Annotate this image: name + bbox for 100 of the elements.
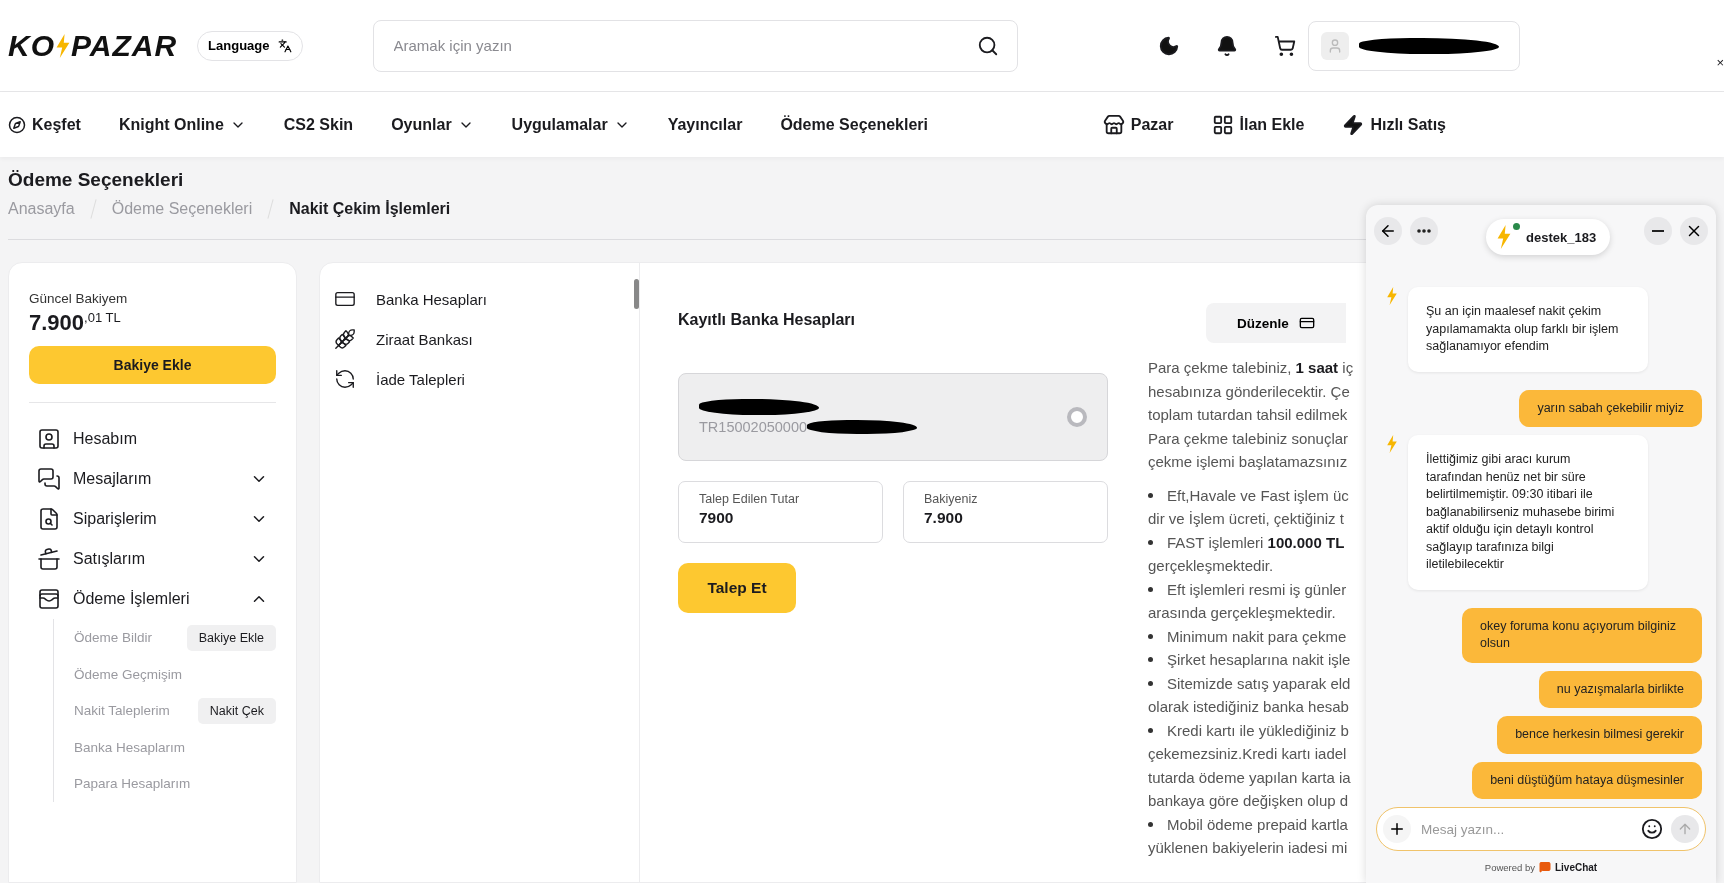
info-text: Minimum nakit para çekme <box>1167 626 1347 647</box>
language-button[interactable]: Language <box>197 30 303 61</box>
attach-button[interactable] <box>1383 815 1411 843</box>
grid-icon <box>1211 113 1234 136</box>
wallet-icon <box>37 587 61 612</box>
message-bar[interactable]: Mesaj yazın... <box>1376 807 1706 851</box>
iban-text: TR15002050000 <box>699 419 808 435</box>
menu-item[interactable]: Ödeme İşlemleri <box>73 590 238 609</box>
nav-link[interactable]: Oyunlar <box>391 115 474 134</box>
action-button[interactable]: Nakit Çek <box>197 697 276 724</box>
bullet-dot <box>1148 680 1153 686</box>
field-label: Bakiyeniz <box>924 492 979 506</box>
nav-action-link[interactable]: Pazar <box>1102 113 1174 136</box>
moon-icon[interactable] <box>1157 34 1180 57</box>
info-text: olarak istediğiniz banka hesab <box>1148 697 1349 717</box>
bullet-dot <box>1148 539 1153 545</box>
bullet-dot <box>1148 821 1153 827</box>
info-text: çekemezsiniz.Kredi kartı iadel <box>1148 744 1347 764</box>
nav-action-link[interactable]: İlan Ekle <box>1211 113 1305 136</box>
menu-item[interactable]: Satışlarım <box>73 550 238 569</box>
cart-icon[interactable] <box>1273 34 1296 57</box>
info-text: Eft işlemleri resmi iş günler <box>1167 579 1347 600</box>
store-icon <box>1102 113 1125 136</box>
more-button[interactable] <box>1410 217 1438 245</box>
nav-link[interactable]: Uygulamalar <box>511 115 630 134</box>
chat-message: bence herkesin bilmesi gerekir <box>1497 716 1702 754</box>
bank-menu-item[interactable]: İade Talepleri <box>334 359 625 399</box>
brand-name: LiveChat <box>1554 861 1598 873</box>
chat-bubbles-icon <box>37 467 61 492</box>
radio-button[interactable] <box>1067 407 1087 427</box>
user-icon <box>37 427 61 452</box>
nav-link[interactable]: Yayıncılar <box>667 115 743 134</box>
info-text: toplam tutardan tahsil edilmek <box>1148 405 1348 425</box>
refresh-icon <box>334 368 356 390</box>
breadcrumb-link[interactable]: Nakit Çekim İşlemleri <box>289 200 451 218</box>
field-label: Talep Edilen Tutar <box>699 492 801 506</box>
info-text: dir ve İşlem ücreti, çektiğiniz t <box>1148 509 1344 529</box>
credit-card-icon <box>1298 315 1315 331</box>
info-text: hesabınıza gönderilecektir. Çe <box>1148 381 1350 402</box>
chat-message: Şu an için maalesef nakit çekim yapılamamakta olup farklı bir işlem sağlanamıyor efendim <box>1408 287 1648 372</box>
section-title: Kayıtlı Banka Hesapları <box>678 311 856 329</box>
info-text: Kredi kartı ile yüklediğiniz b <box>1167 720 1349 741</box>
emoji-icon[interactable] <box>1641 818 1663 840</box>
minimize-button[interactable] <box>1644 217 1672 245</box>
bullet-dot <box>1148 586 1153 592</box>
bolt-icon <box>1386 435 1398 453</box>
chat-message: yarın sabah çekebilir miyiz <box>1519 389 1702 427</box>
translate-icon <box>277 38 292 53</box>
info-text: Eft,Havale ve Fast işlem üc <box>1167 485 1349 506</box>
close-mark[interactable]: × <box>1716 55 1724 70</box>
chat-message: İlettiğimiz gibi aracı kurum tarafından henüz net bir süre belirtilmemiştir. 09:30 itibari ile bağlanabilirseniz muhasebe birimi aktif olduğu için detaylı kontrol sağlayıp tarafınıza bilgi iletilebilecektir <box>1408 435 1648 590</box>
bolt-icon <box>1386 287 1398 305</box>
info-text: Şirket hesaplarına nakit işle <box>1167 650 1351 670</box>
logo-text[interactable]: KO <box>8 28 55 63</box>
ellipsis-icon <box>1417 229 1431 233</box>
bank-menu-item[interactable]: Banka Hesapları <box>334 279 625 319</box>
search-icon[interactable] <box>976 34 999 57</box>
field-value: 7.900 <box>924 509 964 527</box>
info-text: arasında gerçekleşmektedir. <box>1148 603 1336 623</box>
menu-item[interactable]: Hesabım <box>73 430 268 449</box>
nav-link[interactable]: CS2 Skin <box>283 115 354 134</box>
nav-link[interactable]: Ödeme Seçenekleri <box>780 115 928 134</box>
info-text: yüklenen bakiyelerin iadesi mi <box>1148 838 1348 858</box>
request-button[interactable]: Talep Et <box>678 563 796 613</box>
balance-label: Güncel Bakiyem <box>29 291 129 306</box>
lightning-icon <box>1342 113 1365 136</box>
agent-name: destek_183 <box>1526 229 1597 245</box>
nav-action-link[interactable]: Hızlı Satış <box>1342 113 1446 136</box>
page-title: Ödeme Seçenekleri <box>8 169 185 191</box>
action-button[interactable]: Bakiye Ekle <box>186 624 276 651</box>
scrollbar-thumb[interactable] <box>634 279 639 309</box>
info-text: Mobil ödeme prepaid kartla <box>1167 814 1348 835</box>
info-text: bankaya göre değişken olup d <box>1148 791 1349 811</box>
search-field[interactable]: Aramak için yazın <box>372 19 1018 72</box>
menu-item[interactable]: Mesajlarım <box>73 470 238 489</box>
bullet-dot <box>1148 492 1153 498</box>
add-balance-button[interactable]: Bakiye Ekle <box>29 346 276 385</box>
nav-link[interactable]: Keşfet <box>8 115 81 134</box>
nav-link[interactable]: Knight Online <box>118 115 246 134</box>
info-text: FAST işlemleri 100.000 TL <box>1167 532 1345 553</box>
bell-icon[interactable] <box>1215 34 1238 57</box>
field-value: 7900 <box>699 509 735 527</box>
bullet-dot <box>1148 727 1153 733</box>
powered-by-text: Powered by <box>1484 861 1535 873</box>
compass-icon <box>8 115 26 134</box>
amount-field[interactable]: Bakiyeniz 7.900 <box>903 481 1108 543</box>
back-button[interactable] <box>1374 217 1402 245</box>
pot-icon <box>37 547 61 572</box>
document-search-icon <box>37 507 61 532</box>
close-button[interactable] <box>1680 217 1708 245</box>
info-text: Para çekme talebiniz, 1 saat iç <box>1148 358 1354 378</box>
account-button[interactable] <box>1307 20 1520 71</box>
info-text: Para çekme talebiniz sonuçlar <box>1148 428 1349 449</box>
menu-item[interactable]: Siparişlerim <box>73 510 238 529</box>
bank-menu-item[interactable]: Ziraat Bankası <box>334 319 625 359</box>
edit-button[interactable]: Düzenle <box>1206 303 1346 343</box>
amount-field[interactable]: Talep Edilen Tutar 7900 <box>678 481 883 543</box>
plus-icon <box>1388 820 1406 838</box>
info-text: çekme işlemi başlatamazsınız <box>1148 452 1348 472</box>
logo-text[interactable]: PAZAR <box>71 28 178 63</box>
